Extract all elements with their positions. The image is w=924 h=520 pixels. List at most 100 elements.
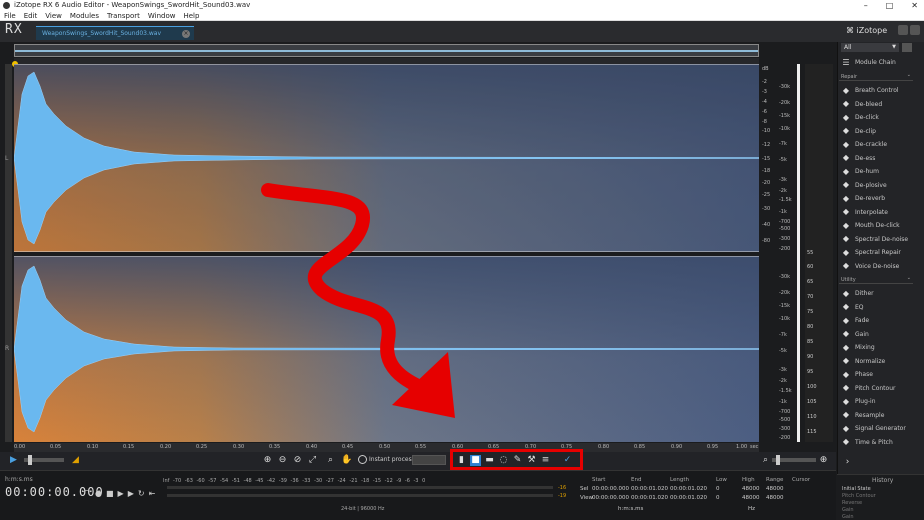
module-mixing[interactable]: ◆ Mixing (841, 341, 875, 354)
zoom-horizontal-in-icon[interactable]: ⊕ (818, 455, 829, 466)
module-de-click[interactable]: ◆ De-click (841, 111, 879, 124)
module-mouth-de-click[interactable]: ◆ Mouth De-click (841, 219, 900, 232)
view-low[interactable]: 0 (716, 494, 727, 503)
length-column: Length 00:00:01.020 00:00:01.020 (670, 476, 707, 503)
module-voice-de-noise[interactable]: ◆ Voice De-noise (841, 260, 899, 273)
spectrogram-left[interactable] (14, 64, 759, 252)
minimize-button[interactable]: – (864, 0, 868, 11)
module-breath-control[interactable]: ◆ Breath Control (841, 84, 899, 97)
maximize-button[interactable]: □ (886, 0, 894, 11)
instant-process-dropdown[interactable] (412, 455, 446, 465)
instant-process-toggle[interactable]: Instant process (358, 455, 415, 465)
module-dither[interactable]: ◆ Dither (841, 287, 874, 300)
module-de-ess[interactable]: ◆ De-ess (841, 152, 876, 165)
file-tab[interactable]: WeaponSwings_SwordHit_Sound03.wav × (36, 26, 194, 40)
menu-transport[interactable]: Transport (107, 11, 140, 20)
section-repair[interactable]: Repair (839, 71, 913, 81)
view-length[interactable]: 00:00:01.020 (670, 494, 707, 503)
scale-number: 105 (807, 399, 817, 405)
sel-high[interactable]: 48000 (742, 485, 760, 494)
module-label: Interpolate (855, 208, 888, 216)
time-unit-label[interactable]: h:m:s.ms (618, 505, 643, 514)
headphones-icon[interactable]: ⌒ (83, 489, 91, 500)
close-button[interactable]: ✕ (911, 0, 918, 11)
module-plug-in[interactable]: ◆ Plug-in (841, 395, 876, 408)
record-icon[interactable]: ● (95, 489, 102, 500)
menu-view[interactable]: View (45, 11, 62, 20)
module-normalize[interactable]: ◆ Normalize (841, 355, 885, 368)
hand-tool-icon[interactable]: ✋ (341, 455, 352, 466)
time-ruler[interactable]: 0.00 0.05 0.10 0.15 0.20 0.25 0.30 0.35 … (14, 443, 759, 452)
waveform-overview[interactable] (14, 44, 759, 57)
loop-icon[interactable]: ↻ (138, 489, 145, 500)
module-label: De-bleed (855, 100, 883, 108)
module-resample[interactable]: ◆ Resample (841, 409, 884, 422)
history-item[interactable]: Gain (842, 507, 854, 513)
play-icon[interactable]: ▶ (118, 489, 124, 500)
module-eq[interactable]: ◆ EQ (841, 301, 864, 314)
amplitude-slider[interactable] (24, 455, 64, 465)
history-item[interactable]: Initial State (842, 486, 871, 492)
zoom-out-icon[interactable]: ⊖ (277, 455, 288, 466)
de-plosive-icon: ◆ (842, 180, 850, 189)
view-start[interactable]: 00:00:00.000 (592, 494, 629, 503)
history-item[interactable]: Gain (842, 514, 854, 520)
horizontal-zoom-slider[interactable] (772, 455, 816, 465)
stop-icon[interactable]: ■ (106, 489, 114, 500)
return-icon[interactable]: ⇤ (149, 489, 156, 500)
module-de-plosive[interactable]: ◆ De-plosive (841, 179, 887, 192)
list-view-icon[interactable] (902, 43, 912, 52)
sel-length[interactable]: 00:00:01.020 (670, 485, 707, 494)
spectrogram-opacity-icon[interactable]: ◢ (70, 455, 81, 466)
settings-icon[interactable] (898, 25, 908, 35)
module-time-pitch[interactable]: ◆ Time & Pitch (841, 436, 893, 449)
module-pitch-contour[interactable]: ◆ Pitch Contour (841, 382, 896, 395)
spectral-repair-icon: ◆ (842, 247, 850, 257)
timecode-format[interactable]: h:m:s.ms (5, 476, 33, 483)
module-de-crackle[interactable]: ◆ De-crackle (841, 138, 887, 151)
sel-low[interactable]: 0 (716, 485, 727, 494)
module-fade[interactable]: ◆ Fade (841, 314, 869, 327)
play-selection-icon[interactable]: ▶ (128, 489, 134, 500)
zoom-selection-icon[interactable]: ⊘ (292, 455, 303, 466)
module-phase[interactable]: ◆ Phase (841, 368, 873, 381)
module-chain-button[interactable]: ☰ Module Chain (841, 56, 895, 69)
playhead-cursor-icon[interactable]: ▶ (8, 455, 19, 466)
view-end[interactable]: 00:00:01.020 (631, 494, 668, 503)
freq-unit-label[interactable]: Hz (748, 505, 755, 514)
module-spectral-de-noise[interactable]: ◆ Spectral De-noise (841, 233, 908, 246)
sel-range[interactable]: 48000 (766, 485, 784, 494)
menu-modules[interactable]: Modules (70, 11, 99, 20)
menu-edit[interactable]: Edit (24, 11, 38, 20)
menu-window[interactable]: Window (148, 11, 176, 20)
expand-panel-icon[interactable]: › (842, 457, 853, 468)
module-de-hum[interactable]: ◆ De-hum (841, 165, 879, 178)
sel-start[interactable]: 00:00:00.000 (592, 485, 629, 494)
zoom-in-icon[interactable]: ⊕ (262, 455, 273, 466)
history-item[interactable]: Pitch Contour (842, 493, 876, 499)
module-gain[interactable]: ◆ Gain (841, 328, 869, 341)
instant-process-radio[interactable] (358, 455, 367, 464)
view-range[interactable]: 48000 (766, 494, 784, 503)
module-spectral-repair[interactable]: ◆ Spectral Repair (841, 246, 901, 259)
module-de-reverb[interactable]: ◆ De-reverb (841, 192, 885, 205)
module-signal-generator[interactable]: ◆ Signal Generator (841, 422, 906, 435)
menu-file[interactable]: File (4, 11, 16, 20)
zoom-horizontal-icon[interactable]: ⌕ (760, 455, 771, 466)
sel-end[interactable]: 00:00:01.020 (631, 485, 668, 494)
hz-tick: -200 (779, 246, 791, 252)
section-utility[interactable]: Utility (839, 274, 913, 284)
zoom-tool-icon[interactable]: ⌕ (325, 455, 336, 466)
view-high[interactable]: 48000 (742, 494, 760, 503)
module-filter-dropdown[interactable]: All (841, 43, 899, 52)
db-tick: -4 (762, 99, 767, 105)
module-de-clip[interactable]: ◆ De-clip (841, 125, 876, 138)
module-de-bleed[interactable]: ◆ De-bleed (841, 98, 882, 111)
history-item[interactable]: Reverse (842, 500, 862, 506)
menu-help[interactable]: Help (183, 11, 199, 20)
module-interpolate[interactable]: ◆ Interpolate (841, 206, 888, 219)
zoom-fit-icon[interactable]: ⤢ (307, 455, 318, 466)
close-tab-icon[interactable]: × (182, 30, 190, 38)
spectrogram-right[interactable] (14, 256, 759, 442)
help-icon[interactable] (910, 25, 920, 35)
